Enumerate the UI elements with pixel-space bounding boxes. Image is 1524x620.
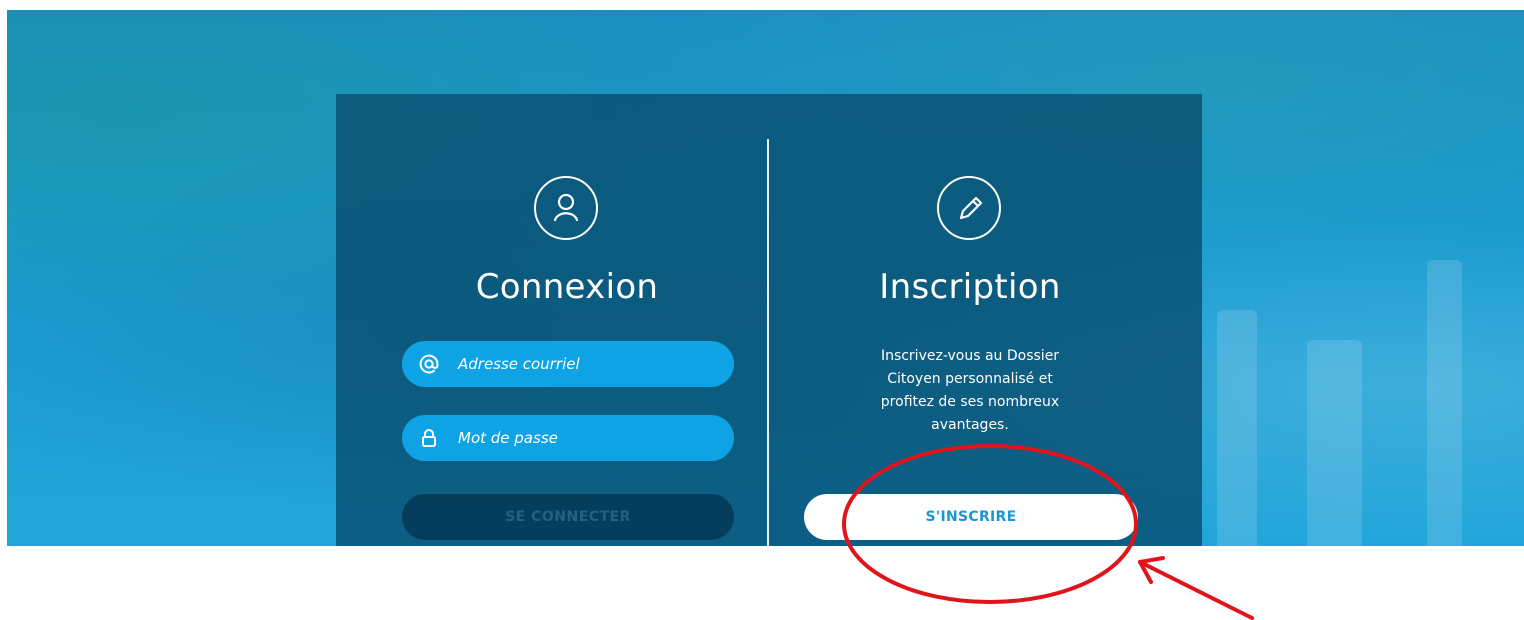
- at-sign-icon: [419, 354, 439, 374]
- signup-description: Inscrivez-vous au Dossier Citoyen person…: [880, 348, 1060, 433]
- pencil-icon: [937, 176, 1001, 240]
- annotation-arrow-shaft: [1138, 560, 1254, 620]
- user-icon: [534, 176, 598, 240]
- password-field[interactable]: Mot de passe: [402, 415, 734, 461]
- annotation-arrow-head: [1138, 556, 1165, 584]
- email-field-placeholder: Adresse courriel: [458, 355, 580, 373]
- lock-icon: [422, 429, 436, 447]
- signup-button[interactable]: S'INSCRIRE: [804, 494, 1138, 540]
- background-tree-trunk: [1217, 310, 1257, 546]
- background-tree-trunk: [1307, 340, 1362, 546]
- login-button[interactable]: SE CONNECTER: [402, 494, 734, 540]
- auth-panel: [336, 94, 1202, 546]
- background-tree-trunk: [1427, 260, 1462, 546]
- panel-divider: [767, 139, 769, 546]
- login-heading: Connexion: [475, 267, 659, 307]
- email-field[interactable]: Adresse courriel: [402, 341, 734, 387]
- signup-heading: Inscription: [879, 267, 1061, 307]
- password-field-placeholder: Mot de passe: [458, 429, 558, 447]
